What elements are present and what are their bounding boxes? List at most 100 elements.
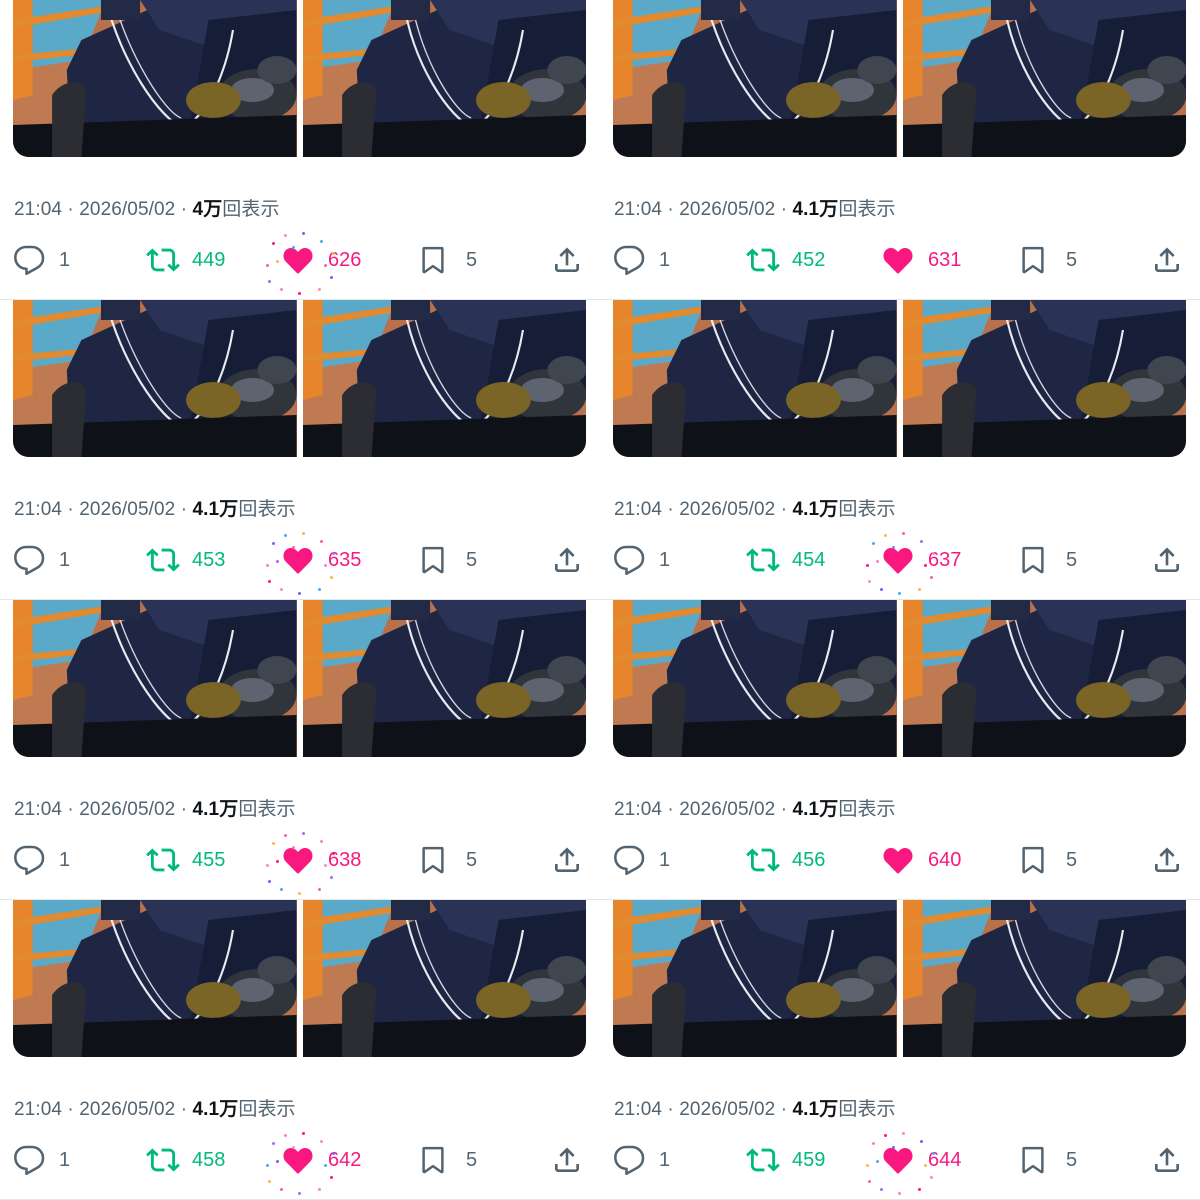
media-photo-left[interactable] <box>613 600 897 757</box>
like-button[interactable]: 642 <box>282 1138 361 1182</box>
share-button[interactable] <box>551 1138 583 1182</box>
meta-separator: · <box>62 499 80 520</box>
sparkle-dot <box>298 892 301 895</box>
retweet-button[interactable]: 458 <box>146 1138 225 1182</box>
media-photo-right[interactable] <box>302 600 586 757</box>
like-button[interactable]: 644 <box>882 1138 961 1182</box>
media-photo-left[interactable] <box>613 0 897 157</box>
post-date[interactable]: 2026/05/02 <box>79 799 175 820</box>
bookmark-button[interactable]: 5 <box>418 838 477 882</box>
media-photo-left[interactable] <box>613 300 897 457</box>
retweet-button[interactable]: 453 <box>146 538 225 582</box>
speech-bubble-icon <box>14 545 45 575</box>
bookmark-button[interactable]: 5 <box>418 1138 477 1182</box>
post-time[interactable]: 21:04 <box>14 199 62 220</box>
media-photo-left[interactable] <box>613 900 897 1057</box>
post-time[interactable]: 21:04 <box>614 199 662 220</box>
share-button[interactable] <box>1151 238 1183 282</box>
media-photo-right[interactable] <box>302 300 586 457</box>
view-count: 4 <box>192 199 204 220</box>
media-photo-right[interactable] <box>902 600 1186 757</box>
retweet-button[interactable]: 452 <box>746 238 825 282</box>
post-time[interactable]: 21:04 <box>614 1099 662 1120</box>
like-button[interactable]: 626 <box>282 238 361 282</box>
reply-count: 1 <box>659 548 671 571</box>
post-card[interactable]: 21:04 · 2026/05/02 · 4.1万回表示 1 452 631 5 <box>600 0 1200 300</box>
bookmark-button[interactable]: 5 <box>418 238 477 282</box>
media-photo-right[interactable] <box>302 0 586 157</box>
post-card[interactable]: 21:04 · 2026/05/02 · 4.1万回表示 1 455 638 5 <box>0 600 600 900</box>
retweet-count: 456 <box>792 848 826 871</box>
post-date[interactable]: 2026/05/02 <box>79 199 175 220</box>
post-date[interactable]: 2026/05/02 <box>679 799 775 820</box>
bookmark-button[interactable]: 5 <box>1018 1138 1077 1182</box>
share-upload-icon <box>1155 547 1179 572</box>
share-button[interactable] <box>1151 838 1183 882</box>
post-card[interactable]: 21:04 · 2026/05/02 · 4.1万回表示 1 454 637 5 <box>600 300 1200 600</box>
share-button[interactable] <box>1151 1138 1183 1182</box>
like-count: 642 <box>328 1148 362 1171</box>
share-button[interactable] <box>551 238 583 282</box>
reply-button[interactable]: 1 <box>613 1138 670 1182</box>
post-date[interactable]: 2026/05/02 <box>679 199 775 220</box>
reply-count: 1 <box>59 248 71 271</box>
post-time[interactable]: 21:04 <box>614 499 662 520</box>
photo-illustration <box>302 300 586 457</box>
post-card[interactable]: 21:04 · 2026/05/02 · 4万回表示 1 449 626 5 <box>0 0 600 300</box>
media-photo-left[interactable] <box>13 300 297 457</box>
like-button[interactable]: 635 <box>282 538 361 582</box>
post-date[interactable]: 2026/05/02 <box>79 1099 175 1120</box>
view-count-unit: 万 <box>819 499 839 520</box>
media-photo-left[interactable] <box>13 0 297 157</box>
bookmark-button[interactable]: 5 <box>1018 238 1077 282</box>
post-time[interactable]: 21:04 <box>14 799 62 820</box>
media-photo-right[interactable] <box>902 900 1186 1057</box>
bookmark-button[interactable]: 5 <box>418 538 477 582</box>
like-button[interactable]: 631 <box>882 238 961 282</box>
reply-button[interactable]: 1 <box>613 238 670 282</box>
like-button[interactable]: 638 <box>282 838 361 882</box>
post-time[interactable]: 21:04 <box>14 1099 62 1120</box>
post-date[interactable]: 2026/05/02 <box>79 499 175 520</box>
reply-button[interactable]: 1 <box>613 838 670 882</box>
photo-illustration <box>613 300 897 457</box>
retweet-button[interactable]: 454 <box>746 538 825 582</box>
meta-separator: · <box>775 1099 793 1120</box>
share-button[interactable] <box>1151 538 1183 582</box>
post-date[interactable]: 2026/05/02 <box>679 1099 775 1120</box>
post-card[interactable]: 21:04 · 2026/05/02 · 4.1万回表示 1 456 640 5 <box>600 600 1200 900</box>
reply-button[interactable]: 1 <box>13 838 70 882</box>
post-time[interactable]: 21:04 <box>614 799 662 820</box>
post-date[interactable]: 2026/05/02 <box>679 499 775 520</box>
retweet-button[interactable]: 455 <box>146 838 225 882</box>
media-photo-left[interactable] <box>13 900 297 1057</box>
like-count: 635 <box>328 548 362 571</box>
media-photo-right[interactable] <box>902 300 1186 457</box>
bookmark-button[interactable]: 5 <box>1018 538 1077 582</box>
reply-button[interactable]: 1 <box>13 238 70 282</box>
like-button[interactable]: 640 <box>882 838 961 882</box>
reply-button[interactable]: 1 <box>613 538 670 582</box>
bookmark-button[interactable]: 5 <box>1018 838 1077 882</box>
media-photo-right[interactable] <box>902 0 1186 157</box>
heart-filled-icon <box>283 1147 313 1174</box>
post-card[interactable]: 21:04 · 2026/05/02 · 4.1万回表示 1 458 642 5 <box>0 900 600 1200</box>
view-count-unit: 万 <box>219 1099 239 1120</box>
retweet-button[interactable]: 459 <box>746 1138 825 1182</box>
retweet-button[interactable]: 456 <box>746 838 825 882</box>
like-button[interactable]: 637 <box>882 538 961 582</box>
reply-button[interactable]: 1 <box>13 538 70 582</box>
media-gallery <box>613 900 1186 1057</box>
retweet-button[interactable]: 449 <box>146 238 225 282</box>
post-card[interactable]: 21:04 · 2026/05/02 · 4.1万回表示 1 459 644 5 <box>600 900 1200 1200</box>
share-button[interactable] <box>551 838 583 882</box>
reply-button[interactable]: 1 <box>13 1138 70 1182</box>
post-time[interactable]: 21:04 <box>14 499 62 520</box>
sparkle-dot <box>302 1132 305 1135</box>
post-card[interactable]: 21:04 · 2026/05/02 · 4.1万回表示 1 453 635 5 <box>0 300 600 600</box>
media-photo-left[interactable] <box>13 600 297 757</box>
media-photo-right[interactable] <box>302 900 586 1057</box>
media-gallery <box>13 0 586 157</box>
share-button[interactable] <box>551 538 583 582</box>
photo-illustration <box>302 600 586 757</box>
